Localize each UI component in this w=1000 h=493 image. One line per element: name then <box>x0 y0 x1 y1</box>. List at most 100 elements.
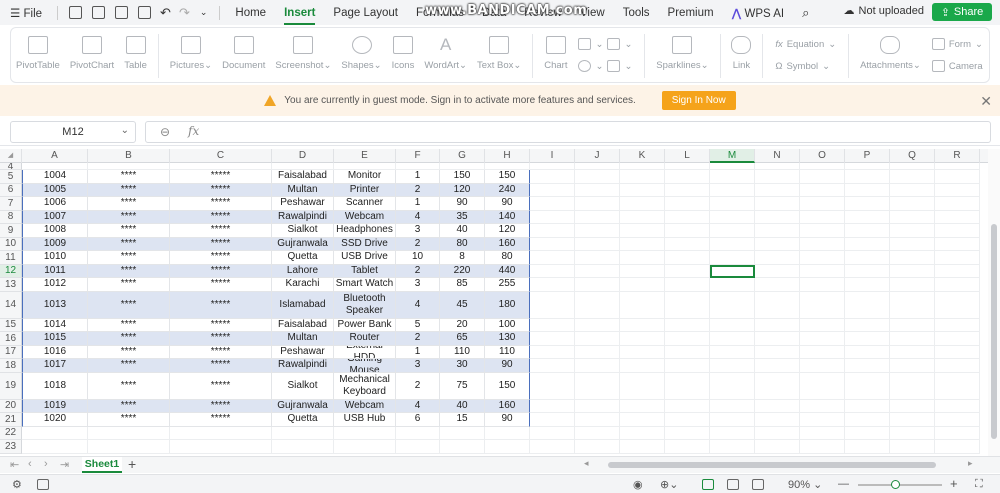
cell-c17[interactable]: ***** <box>170 345 272 359</box>
cell-r4[interactable] <box>935 163 980 170</box>
column-header-d[interactable]: D <box>272 149 334 163</box>
cell-k13[interactable] <box>620 278 665 292</box>
cell-a15[interactable]: 1014 <box>22 318 88 332</box>
cell-r9[interactable] <box>935 224 980 238</box>
save-icon[interactable] <box>92 6 106 19</box>
cell-f16[interactable]: 2 <box>396 332 440 346</box>
cell-b22[interactable] <box>88 426 170 440</box>
row-header-19[interactable]: 19 <box>0 372 22 400</box>
cell-j14[interactable] <box>575 291 620 319</box>
cell-e12[interactable]: Tablet <box>334 264 396 278</box>
cell-p17[interactable] <box>845 345 890 359</box>
cell-g20[interactable]: 40 <box>440 399 485 413</box>
cell-f21[interactable]: 6 <box>396 413 440 427</box>
cell-b12[interactable]: **** <box>88 264 170 278</box>
search-icon[interactable]: ⌕ <box>793 5 818 21</box>
cell-g16[interactable]: 65 <box>440 332 485 346</box>
cell-k20[interactable] <box>620 399 665 413</box>
row-header-15[interactable]: 15 <box>0 318 22 332</box>
cell-n9[interactable] <box>755 224 800 238</box>
cell-n12[interactable] <box>755 264 800 278</box>
tab-home[interactable]: Home <box>226 7 275 19</box>
cell-l7[interactable] <box>665 197 710 211</box>
cell-b20[interactable]: **** <box>88 399 170 413</box>
cell-q6[interactable] <box>890 183 935 197</box>
cell-r8[interactable] <box>935 210 980 224</box>
cell-g13[interactable]: 85 <box>440 278 485 292</box>
cell-k22[interactable] <box>620 426 665 440</box>
cell-r10[interactable] <box>935 237 980 251</box>
cell-o14[interactable] <box>800 291 845 319</box>
cell-l9[interactable] <box>665 224 710 238</box>
cell-m13[interactable] <box>710 278 755 292</box>
sparklines-button[interactable]: Sparklines⌄ <box>651 34 713 80</box>
cell-j12[interactable] <box>575 264 620 278</box>
row-header-21[interactable]: 21 <box>0 413 22 427</box>
row-header-16[interactable]: 16 <box>0 332 22 346</box>
cell-h12[interactable]: 440 <box>485 264 530 278</box>
cell-h4[interactable] <box>485 163 530 170</box>
cell-b23[interactable] <box>88 440 170 454</box>
cell-c18[interactable]: ***** <box>170 359 272 373</box>
cell-h11[interactable]: 80 <box>485 251 530 265</box>
cell-q7[interactable] <box>890 197 935 211</box>
cell-q10[interactable] <box>890 237 935 251</box>
cell-h23[interactable] <box>485 440 530 454</box>
cell-k11[interactable] <box>620 251 665 265</box>
cell-p19[interactable] <box>845 372 890 400</box>
cell-c21[interactable]: ***** <box>170 413 272 427</box>
cell-h9[interactable]: 120 <box>485 224 530 238</box>
cell-p21[interactable] <box>845 413 890 427</box>
cell-f11[interactable]: 10 <box>396 251 440 265</box>
cell-l20[interactable] <box>665 399 710 413</box>
zoom-level[interactable]: 90% ⌄ <box>788 478 822 491</box>
cell-o5[interactable] <box>800 170 845 184</box>
cell-r23[interactable] <box>935 440 980 454</box>
cell-r18[interactable] <box>935 359 980 373</box>
cell-d13[interactable]: Karachi <box>272 278 334 292</box>
cell-m5[interactable] <box>710 170 755 184</box>
cell-a20[interactable]: 1019 <box>22 399 88 413</box>
cell-p13[interactable] <box>845 278 890 292</box>
cell-d20[interactable]: Gujranwala <box>272 399 334 413</box>
row-header-17[interactable]: 17 <box>0 345 22 359</box>
cell-i18[interactable] <box>530 359 575 373</box>
cell-p15[interactable] <box>845 318 890 332</box>
cell-j10[interactable] <box>575 237 620 251</box>
last-sheet-icon[interactable]: ⇥ <box>60 458 69 471</box>
cell-g15[interactable]: 20 <box>440 318 485 332</box>
cell-r16[interactable] <box>935 332 980 346</box>
row-header-20[interactable]: 20 <box>0 399 22 413</box>
cell-q8[interactable] <box>890 210 935 224</box>
row-header-4[interactable]: 4 <box>0 163 22 170</box>
line-chart-icon[interactable] <box>607 38 621 50</box>
cell-d15[interactable]: Faisalabad <box>272 318 334 332</box>
cell-i19[interactable] <box>530 372 575 400</box>
normal-view-icon[interactable] <box>702 479 714 490</box>
cell-b16[interactable]: **** <box>88 332 170 346</box>
cell-n11[interactable] <box>755 251 800 265</box>
column-header-l[interactable]: L <box>665 149 710 163</box>
cell-l4[interactable] <box>665 163 710 170</box>
cell-o7[interactable] <box>800 197 845 211</box>
cell-a23[interactable] <box>22 440 88 454</box>
cell-h22[interactable] <box>485 426 530 440</box>
cell-m15[interactable] <box>710 318 755 332</box>
zoom-slider-handle[interactable] <box>891 480 900 489</box>
cell-g6[interactable]: 120 <box>440 183 485 197</box>
cell-g11[interactable]: 8 <box>440 251 485 265</box>
cell-q13[interactable] <box>890 278 935 292</box>
cell-o12[interactable] <box>800 264 845 278</box>
cell-o19[interactable] <box>800 372 845 400</box>
cell-i14[interactable] <box>530 291 575 319</box>
cell-k6[interactable] <box>620 183 665 197</box>
cell-e17[interactable]: External HDD <box>334 345 396 359</box>
cell-b7[interactable]: **** <box>88 197 170 211</box>
more-chevron-icon[interactable]: ⌄ <box>194 7 214 18</box>
spreadsheet-grid[interactable]: ◢ A B C D E F G H I J K L M N O P Q R 4 5 1004 **** ***** Faisa… <box>0 149 988 456</box>
pictures-button[interactable]: Pictures⌄ <box>165 34 217 80</box>
cell-d18[interactable]: Rawalpindi <box>272 359 334 373</box>
cell-p7[interactable] <box>845 197 890 211</box>
cell-k16[interactable] <box>620 332 665 346</box>
cell-p10[interactable] <box>845 237 890 251</box>
